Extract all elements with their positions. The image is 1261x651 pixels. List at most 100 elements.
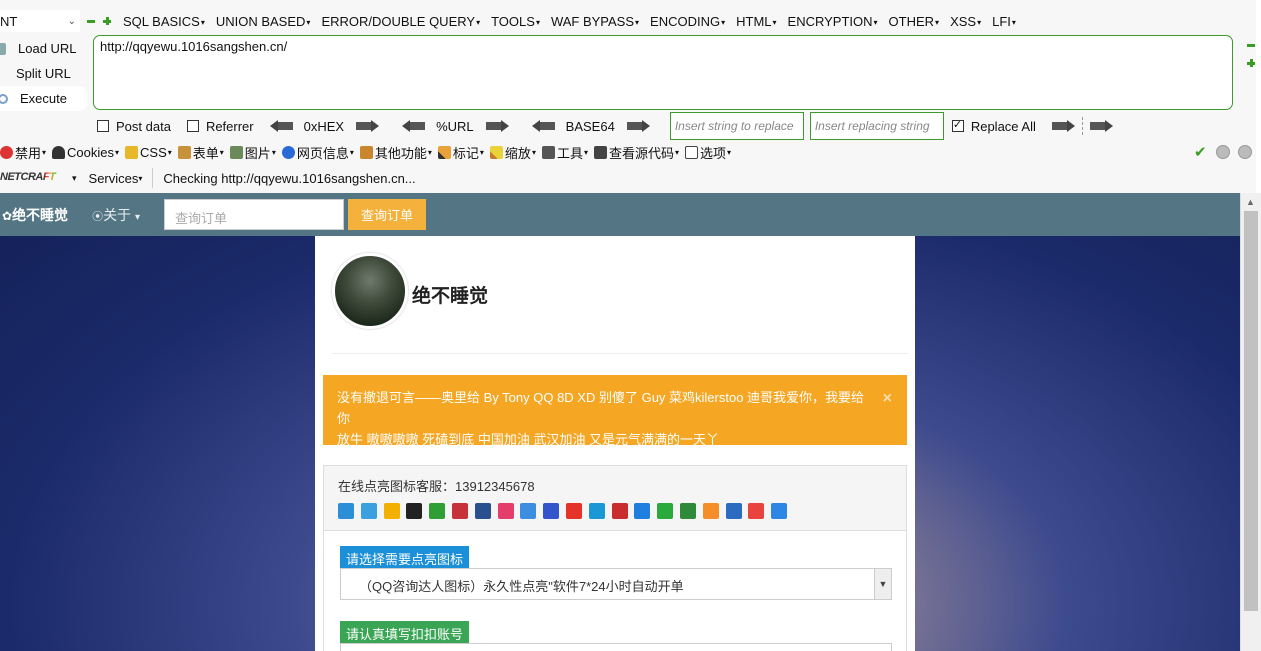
replace-string-input[interactable]: Insert string to replace: [669, 112, 804, 140]
replace-arrow-icon[interactable]: [1051, 120, 1076, 132]
url-value: http://qqyewu.1016sangshen.cn/: [100, 39, 288, 54]
check-icon[interactable]: ✔: [1194, 143, 1207, 161]
side-panel-scrollbar[interactable]: [1256, 0, 1261, 193]
service-icon[interactable]: [383, 503, 400, 519]
toolbar-options[interactable]: 选项: [685, 143, 731, 162]
service-icon[interactable]: [497, 503, 514, 519]
service-icon[interactable]: [679, 503, 696, 519]
url-encode-arrow-icon[interactable]: [485, 120, 510, 132]
wrench-icon: [541, 145, 555, 159]
service-icon[interactable]: [611, 503, 628, 519]
menu-encryption[interactable]: ENCRYPTION: [788, 14, 878, 29]
toolbar-view-source[interactable]: 查看源代码: [593, 143, 679, 162]
product-select[interactable]: （QQ咨询达人图标）永久性点亮"软件7*24小时自动开单 ▼: [340, 568, 892, 600]
toolbar-disable[interactable]: 禁用: [0, 143, 46, 162]
toolbar-resize[interactable]: 缩放: [489, 143, 536, 162]
service-icon[interactable]: [338, 503, 354, 519]
url-decode-arrow-icon[interactable]: [402, 120, 426, 132]
qq-account-input[interactable]: [340, 643, 892, 651]
toolbar-forms-label: 表单: [192, 145, 219, 161]
menu-waf-bypass[interactable]: WAF BYPASS: [551, 14, 639, 29]
menu-error-double-query[interactable]: ERROR/DOUBLE QUERY: [321, 14, 480, 29]
toolbar-forms[interactable]: 表单: [177, 143, 224, 162]
toolbar-page-info[interactable]: 网页信息: [281, 143, 354, 162]
service-icon[interactable]: [771, 503, 788, 519]
hex-label: 0xHEX: [303, 118, 345, 134]
service-icon[interactable]: [474, 503, 491, 519]
page-scrollbar[interactable]: ▲: [1240, 193, 1261, 651]
referrer-label: Referrer: [205, 118, 254, 134]
plus-icon[interactable]: [102, 16, 112, 26]
status-dot-icon[interactable]: [1238, 145, 1252, 159]
service-icon[interactable]: [360, 503, 377, 519]
hex-decode-arrow-icon[interactable]: [269, 120, 294, 132]
menu-sql-basics[interactable]: SQL BASICS: [123, 14, 205, 29]
service-icon[interactable]: [657, 503, 674, 519]
order-search-button[interactable]: 查询订单: [347, 199, 426, 230]
minus-icon[interactable]: [1246, 40, 1256, 50]
service-label: 在线点亮图标客服：: [338, 479, 456, 494]
service-icon[interactable]: [748, 503, 765, 519]
service-icon[interactable]: [634, 503, 651, 519]
toolbar-misc[interactable]: 其他功能: [359, 143, 432, 162]
qq-icon-row: [338, 503, 892, 519]
main-card: 绝不睡觉 没有撤退可言——奥里给 By Tony QQ 8D XD 别傻了 Gu…: [315, 236, 915, 651]
netcraft-logo[interactable]: NETCRAFT: [0, 171, 62, 185]
service-icon[interactable]: [543, 503, 560, 519]
toolbar-tools[interactable]: 工具: [541, 143, 588, 162]
plus-icon[interactable]: [1246, 58, 1256, 68]
site-brand[interactable]: ✿绝不睡觉: [2, 205, 68, 225]
base64-decode-arrow-icon[interactable]: [531, 120, 556, 132]
scrollbar-thumb[interactable]: [1244, 211, 1258, 611]
service-icon[interactable]: [588, 503, 605, 519]
service-icon[interactable]: [429, 503, 446, 519]
service-icon[interactable]: [520, 503, 537, 519]
minus-icon[interactable]: [86, 16, 96, 26]
toolbar-css-label: CSS: [140, 144, 167, 160]
toolbar-cookies[interactable]: Cookies: [52, 145, 119, 160]
referrer-checkbox[interactable]: [186, 120, 199, 132]
netcraft-services-button[interactable]: Services: [89, 171, 139, 186]
replace-all-arrow-icon[interactable]: [1089, 120, 1114, 132]
netcraft-menu-chevron-icon[interactable]: ▾: [72, 173, 77, 184]
hackbar-select-value: NT: [0, 13, 18, 29]
netcraft-toolbar: NETCRAFT ▾ Services ▾ Checking http://qq…: [0, 166, 1261, 190]
replacing-string-input[interactable]: Insert replacing string: [809, 112, 944, 140]
replace-all-checkbox[interactable]: [951, 118, 964, 132]
forms-icon: [177, 145, 191, 159]
base64-encode-arrow-icon[interactable]: [626, 120, 651, 132]
menu-other[interactable]: OTHER: [889, 14, 940, 29]
logo-icon: ✿: [2, 208, 13, 223]
post-data-label: Post data: [116, 118, 171, 134]
toolbar-images[interactable]: 图片: [229, 143, 276, 162]
about-menu[interactable]: ⦿关于: [92, 205, 140, 225]
service-icon[interactable]: [451, 503, 468, 519]
execute-button[interactable]: Execute: [0, 86, 88, 111]
status-dot-icon[interactable]: [1216, 145, 1230, 159]
menu-html[interactable]: HTML: [736, 14, 776, 29]
toolbar-outline[interactable]: 标记: [437, 143, 484, 162]
post-data-checkbox[interactable]: [97, 120, 109, 132]
service-icon[interactable]: [565, 503, 582, 519]
base64-label: BASE64: [565, 118, 615, 134]
load-url-button[interactable]: Load URL: [0, 36, 90, 61]
hackbar-version-select[interactable]: NT ⌄: [0, 10, 80, 32]
hex-encode-arrow-icon[interactable]: [356, 120, 380, 132]
menu-xss[interactable]: XSS: [950, 14, 981, 29]
menu-tools[interactable]: TOOLS: [491, 14, 540, 29]
toolbar-resize-label: 缩放: [504, 145, 531, 161]
avatar: [332, 253, 408, 329]
service-icon[interactable]: [725, 503, 742, 519]
split-url-button[interactable]: Split URL: [0, 61, 90, 86]
menu-union-based[interactable]: UNION BASED: [216, 14, 311, 29]
toolbar-css[interactable]: CSS: [125, 145, 172, 160]
service-icon[interactable]: [702, 503, 719, 519]
menu-encoding[interactable]: ENCODING: [650, 14, 725, 29]
execute-icon: [0, 93, 8, 104]
url-textarea[interactable]: http://qqyewu.1016sangshen.cn/: [93, 35, 1233, 110]
scroll-up-icon[interactable]: ▲: [1246, 197, 1255, 207]
order-search-input[interactable]: 查询订单: [163, 199, 344, 230]
close-icon[interactable]: ×: [883, 388, 892, 409]
service-icon[interactable]: [406, 503, 423, 519]
menu-lfi[interactable]: LFI: [992, 14, 1016, 29]
